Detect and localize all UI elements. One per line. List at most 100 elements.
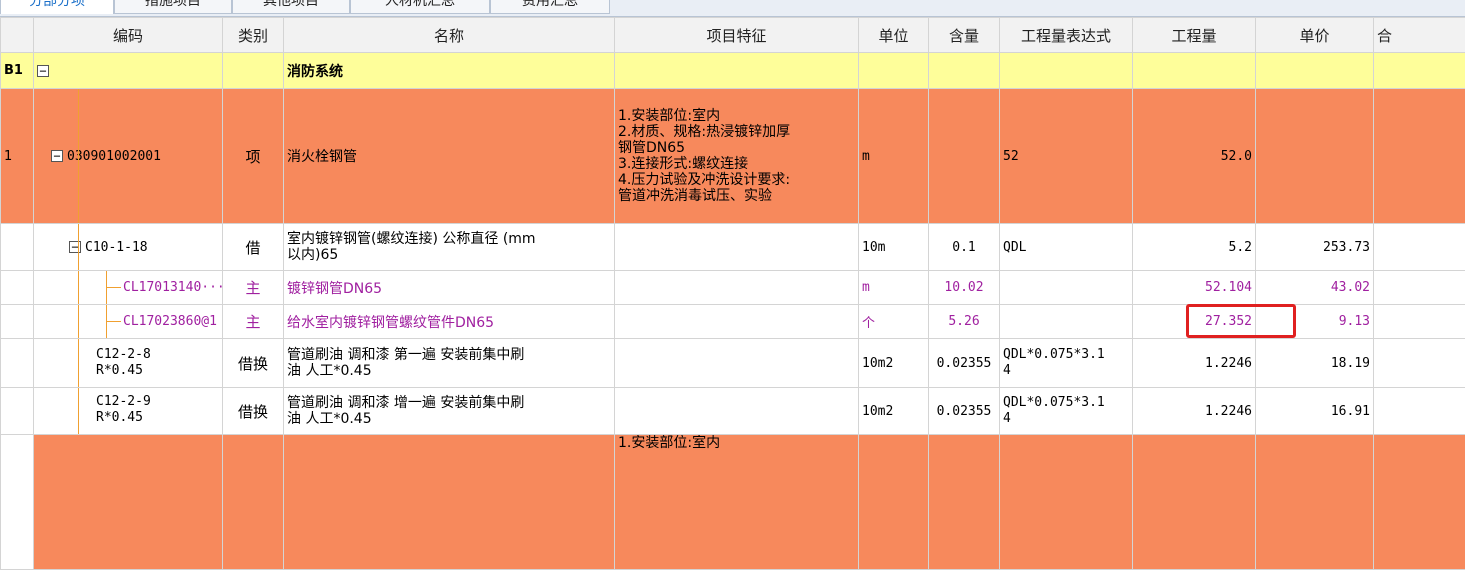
- unit-cell[interactable]: [859, 53, 929, 89]
- category-cell[interactable]: [223, 435, 284, 570]
- table-row-subitem[interactable]: −C10-1-18 借 室内镀锌钢管(螺纹连接) 公称直径 (mm以内)65 1…: [1, 224, 1465, 271]
- total-cell[interactable]: [1374, 339, 1465, 388]
- collapse-toggle-icon[interactable]: −: [69, 241, 81, 253]
- total-cell[interactable]: [1374, 271, 1465, 305]
- code-cell[interactable]: CL17023860@1: [34, 305, 223, 339]
- header-unit[interactable]: 单位: [859, 18, 929, 53]
- content-cell[interactable]: 10.02: [929, 271, 1000, 305]
- tab-rencaiji-huizong[interactable]: 人材机汇总: [350, 0, 490, 14]
- table-row-material[interactable]: CL17023860@1 主 给水室内镀锌钢管螺纹管件DN65 个 5.26 2…: [1, 305, 1465, 339]
- content-cell[interactable]: [929, 89, 1000, 224]
- price-cell[interactable]: 16.91: [1256, 388, 1374, 435]
- total-cell[interactable]: [1374, 224, 1465, 271]
- table-row-subitem[interactable]: C12-2-9R*0.45 借换 管道刷油 调和漆 增一遍 安装前集中刷油 人工…: [1, 388, 1465, 435]
- price-cell[interactable]: 9.13: [1256, 305, 1374, 339]
- expr-cell[interactable]: [1000, 53, 1133, 89]
- header-price[interactable]: 单价: [1256, 18, 1374, 53]
- feature-cell[interactable]: 1.安装部位:室内: [615, 435, 859, 570]
- collapse-toggle-icon[interactable]: −: [51, 150, 63, 162]
- qty-cell[interactable]: 52.104: [1133, 271, 1256, 305]
- expr-cell[interactable]: QDL*0.075*3.14: [1000, 388, 1133, 435]
- tab-cuoshixiangmu[interactable]: 措施项目: [114, 0, 232, 14]
- feature-cell[interactable]: [615, 388, 859, 435]
- qty-cell[interactable]: 1.2246: [1133, 388, 1256, 435]
- unit-cell[interactable]: 个: [859, 305, 929, 339]
- unit-cell[interactable]: 10m: [859, 224, 929, 271]
- collapse-toggle-icon[interactable]: −: [37, 65, 49, 77]
- tab-fenbufenxiang[interactable]: 分部分项: [0, 0, 114, 14]
- tab-qitaxiangmu[interactable]: 其他项目: [232, 0, 350, 14]
- feature-cell[interactable]: [615, 305, 859, 339]
- qty-cell[interactable]: 27.352: [1133, 305, 1256, 339]
- table-row-material[interactable]: CL17013140··· 主 镀锌钢管DN65 m 10.02 52.104 …: [1, 271, 1465, 305]
- feature-cell[interactable]: [615, 224, 859, 271]
- expr-cell[interactable]: QDL*0.075*3.14: [1000, 339, 1133, 388]
- code-cell[interactable]: C12-2-8R*0.45: [34, 339, 223, 388]
- header-feature[interactable]: 项目特征: [615, 18, 859, 53]
- price-cell[interactable]: [1256, 435, 1374, 570]
- price-cell[interactable]: 43.02: [1256, 271, 1374, 305]
- table-row-group[interactable]: B1 − 消防系统: [1, 53, 1465, 89]
- price-cell[interactable]: [1256, 53, 1374, 89]
- category-cell[interactable]: 借: [223, 224, 284, 271]
- category-cell[interactable]: 主: [223, 271, 284, 305]
- price-cell[interactable]: [1256, 89, 1374, 224]
- table-row-item[interactable]: 1 −030901002001 项 消火栓钢管 1.安装部位:室内2.材质、规格…: [1, 89, 1465, 224]
- name-cell[interactable]: 给水室内镀锌钢管螺纹管件DN65: [284, 305, 615, 339]
- expr-cell[interactable]: [1000, 271, 1133, 305]
- unit-cell[interactable]: m: [859, 89, 929, 224]
- name-cell[interactable]: [284, 435, 615, 570]
- content-cell[interactable]: 5.26: [929, 305, 1000, 339]
- total-cell[interactable]: [1374, 435, 1465, 570]
- unit-cell[interactable]: 10m2: [859, 339, 929, 388]
- name-cell[interactable]: 消火栓钢管: [284, 89, 615, 224]
- code-cell[interactable]: [34, 435, 223, 570]
- qty-cell[interactable]: 5.2: [1133, 224, 1256, 271]
- qty-cell[interactable]: 52.0: [1133, 89, 1256, 224]
- category-cell[interactable]: 项: [223, 89, 284, 224]
- tab-feiyong-huizong[interactable]: 费用汇总: [490, 0, 610, 14]
- unit-cell[interactable]: [859, 435, 929, 570]
- total-cell[interactable]: [1374, 388, 1465, 435]
- price-cell[interactable]: 18.19: [1256, 339, 1374, 388]
- unit-cell[interactable]: 10m2: [859, 388, 929, 435]
- name-cell[interactable]: 管道刷油 调和漆 增一遍 安装前集中刷油 人工*0.45: [284, 388, 615, 435]
- category-cell[interactable]: 借换: [223, 339, 284, 388]
- expr-cell[interactable]: QDL: [1000, 224, 1133, 271]
- header-content[interactable]: 含量: [929, 18, 1000, 53]
- feature-cell[interactable]: [615, 53, 859, 89]
- code-cell[interactable]: CL17013140···: [34, 271, 223, 305]
- name-cell[interactable]: 镀锌钢管DN65: [284, 271, 615, 305]
- expr-cell[interactable]: 52: [1000, 89, 1133, 224]
- code-cell[interactable]: −C10-1-18: [34, 224, 223, 271]
- feature-cell[interactable]: [615, 271, 859, 305]
- content-cell[interactable]: 0.02355: [929, 388, 1000, 435]
- category-cell[interactable]: [223, 53, 284, 89]
- header-code[interactable]: 编码: [34, 18, 223, 53]
- header-category[interactable]: 类别: [223, 18, 284, 53]
- table-row-subitem[interactable]: C12-2-8R*0.45 借换 管道刷油 调和漆 第一遍 安装前集中刷油 人工…: [1, 339, 1465, 388]
- header-name[interactable]: 名称: [284, 18, 615, 53]
- unit-cell[interactable]: m: [859, 271, 929, 305]
- header-qty[interactable]: 工程量: [1133, 18, 1256, 53]
- content-cell[interactable]: [929, 435, 1000, 570]
- category-cell[interactable]: 主: [223, 305, 284, 339]
- name-cell[interactable]: 消防系统: [284, 53, 615, 89]
- code-cell[interactable]: −: [34, 53, 223, 89]
- feature-cell[interactable]: [615, 339, 859, 388]
- name-cell[interactable]: 管道刷油 调和漆 第一遍 安装前集中刷油 人工*0.45: [284, 339, 615, 388]
- expr-cell[interactable]: [1000, 435, 1133, 570]
- price-cell[interactable]: 253.73: [1256, 224, 1374, 271]
- code-cell[interactable]: −030901002001: [34, 89, 223, 224]
- content-cell[interactable]: 0.02355: [929, 339, 1000, 388]
- expr-cell[interactable]: [1000, 305, 1133, 339]
- code-cell[interactable]: C12-2-9R*0.45: [34, 388, 223, 435]
- header-total[interactable]: 合: [1374, 18, 1465, 53]
- qty-cell[interactable]: 1.2246: [1133, 339, 1256, 388]
- content-cell[interactable]: 0.1: [929, 224, 1000, 271]
- table-row-item[interactable]: 1.安装部位:室内: [1, 435, 1465, 570]
- feature-cell[interactable]: 1.安装部位:室内2.材质、规格:热浸镀锌加厚钢管DN653.连接形式:螺纹连接…: [615, 89, 859, 224]
- total-cell[interactable]: [1374, 89, 1465, 224]
- qty-cell[interactable]: [1133, 435, 1256, 570]
- qty-cell[interactable]: [1133, 53, 1256, 89]
